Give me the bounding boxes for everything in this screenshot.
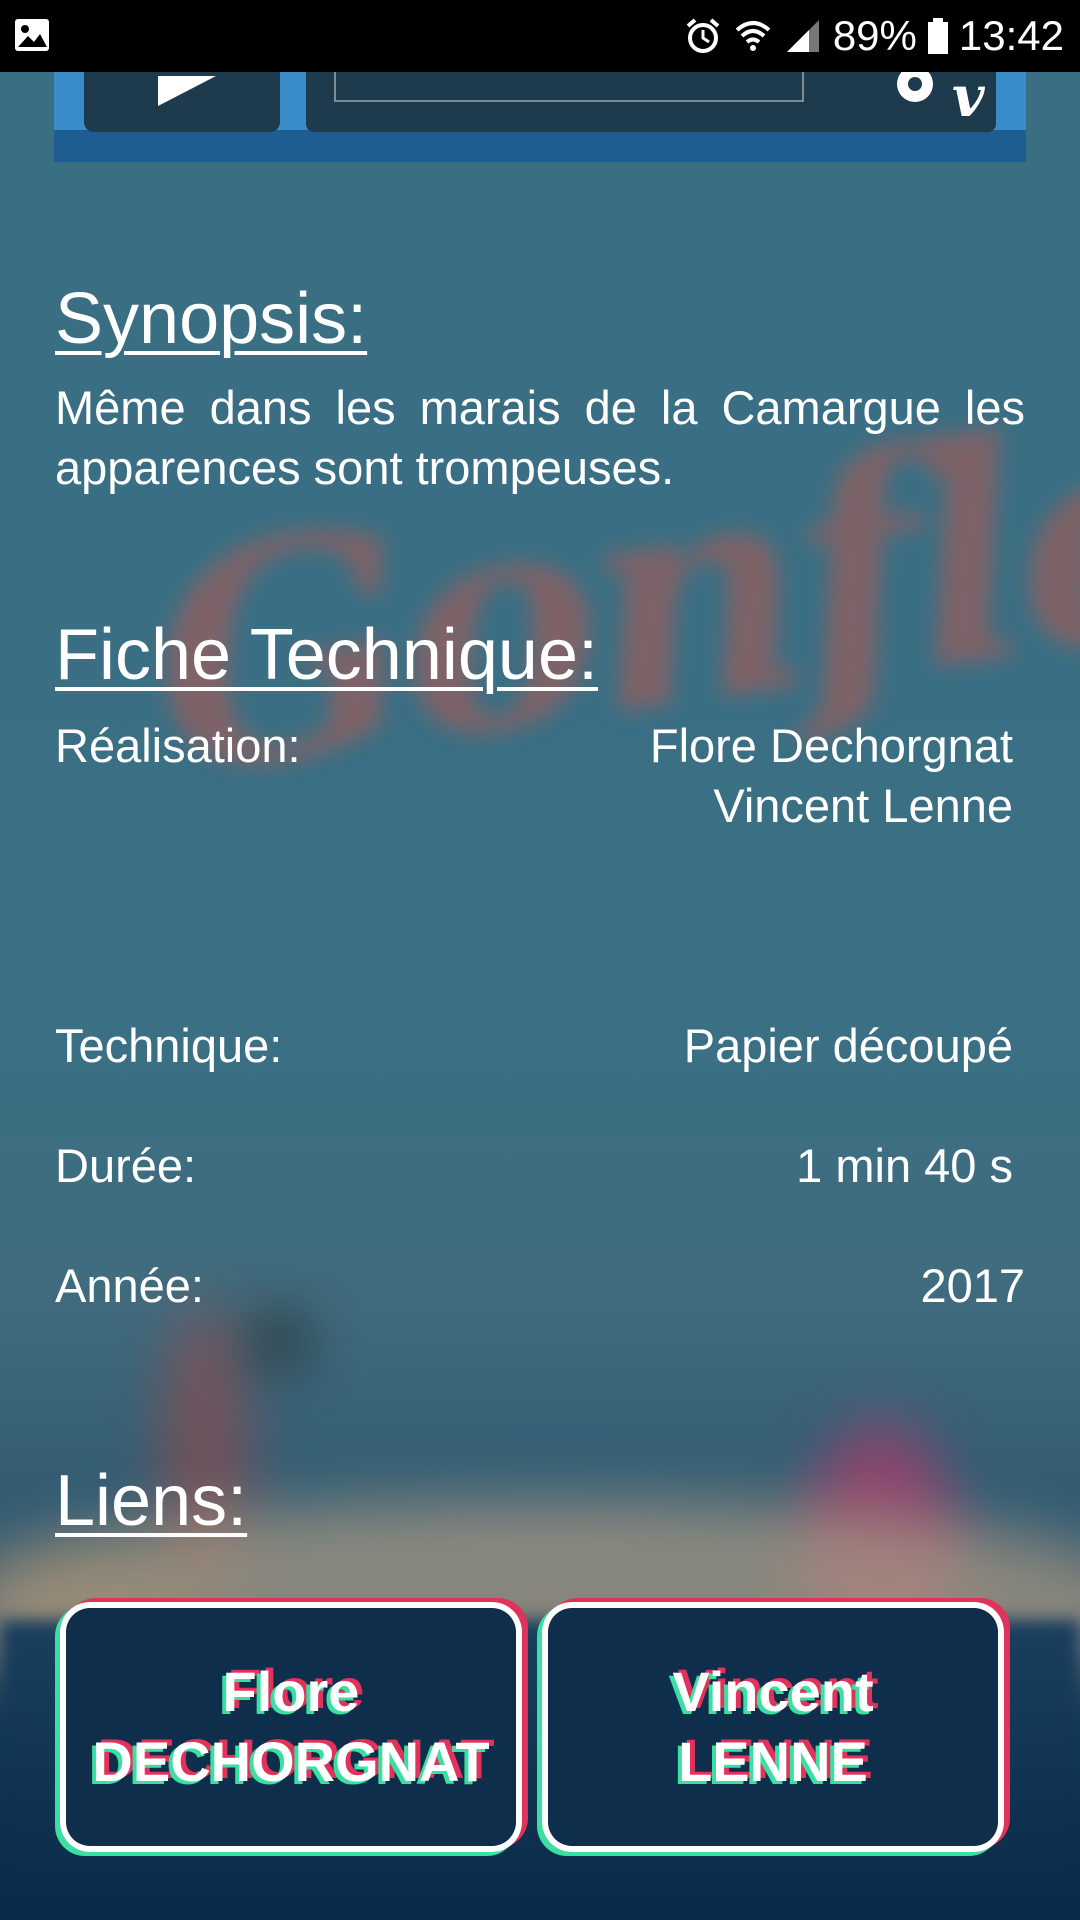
gear-icon[interactable] bbox=[890, 72, 940, 112]
vincent-lenne-link-button[interactable]: Vincent LENNE bbox=[542, 1602, 1004, 1852]
link-line-first: Vincent bbox=[672, 1660, 874, 1723]
alarm-icon bbox=[686, 18, 720, 53]
realisation-label: Réalisation: bbox=[55, 719, 301, 772]
video-player[interactable]: v bbox=[54, 64, 1026, 162]
battery-icon bbox=[927, 18, 948, 54]
link-button-label: Flore DECHORGNAT bbox=[92, 1657, 489, 1797]
wifi-icon bbox=[735, 21, 771, 51]
duree-value: 1 min 40 s bbox=[796, 1139, 1013, 1192]
flore-dechorgnat-link-button[interactable]: Flore DECHORGNAT bbox=[60, 1602, 522, 1852]
gallery-icon bbox=[15, 19, 49, 51]
synopsis-heading: Synopsis: bbox=[55, 279, 368, 359]
annee-value: 2017 bbox=[920, 1259, 1025, 1312]
clock: 13:42 bbox=[958, 12, 1064, 59]
synopsis-text: Même dans les marais de la Camargue les … bbox=[55, 381, 1025, 494]
technique-value: Papier découpé bbox=[683, 1019, 1013, 1072]
status-bar: 89% 13:42 bbox=[0, 0, 1080, 72]
play-button[interactable] bbox=[84, 72, 280, 132]
progress-bar[interactable] bbox=[334, 72, 804, 102]
annee-label: Année: bbox=[55, 1259, 204, 1312]
vimeo-logo-icon[interactable]: v bbox=[952, 64, 985, 130]
link-line-last: DECHORGNAT bbox=[92, 1730, 490, 1793]
duree-label: Durée: bbox=[55, 1139, 197, 1192]
player-controls: v bbox=[306, 64, 996, 132]
link-line-first: Flore bbox=[222, 1660, 360, 1723]
liens-heading: Liens: bbox=[55, 1461, 248, 1541]
realisation-value: Flore Dechorgnat Vincent Lenne bbox=[650, 716, 1013, 836]
technique-label: Technique: bbox=[55, 1019, 283, 1072]
director-name: Flore Dechorgnat bbox=[649, 719, 1013, 772]
link-line-last: LENNE bbox=[678, 1730, 868, 1793]
play-icon bbox=[158, 76, 216, 106]
signal-icon bbox=[786, 20, 819, 52]
battery-percent: 89% bbox=[832, 12, 917, 59]
link-button-label: Vincent LENNE bbox=[672, 1657, 873, 1797]
fiche-technique-heading: Fiche Technique: bbox=[55, 615, 599, 695]
director-name: Vincent Lenne bbox=[713, 779, 1013, 832]
